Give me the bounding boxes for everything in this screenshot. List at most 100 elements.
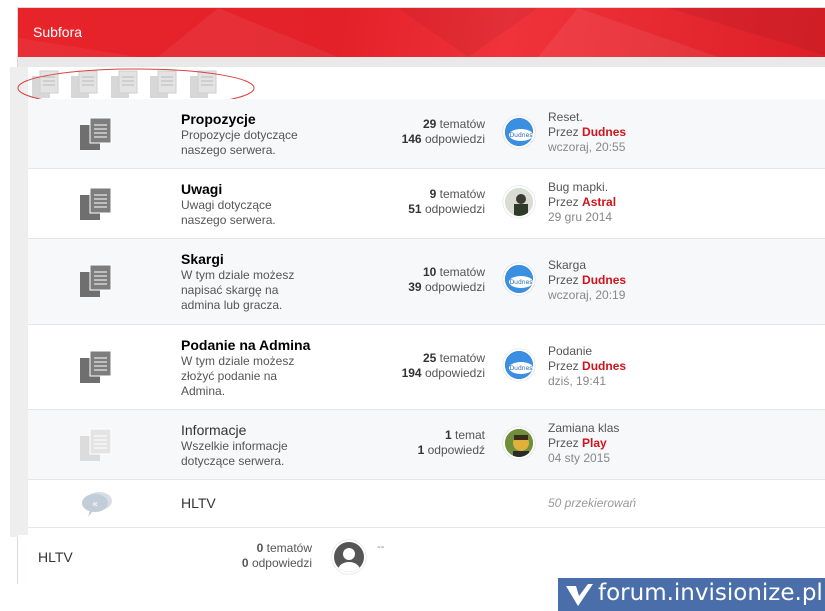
avatar[interactable]: Dudnes [503,349,535,381]
forum-row[interactable]: Podanie na Admina W tym dziale możesz zł… [28,325,825,410]
forum-description: Wszelkie informacje dotyczące serwera. [181,439,311,469]
watermark: forum.invisionize.pl [558,578,825,611]
documents-icon [80,117,112,150]
last-post-by: Przez [548,359,579,373]
last-post-user[interactable]: Play [582,436,607,450]
documents-icon [80,187,112,220]
last-post: Bug mapki. Przez Astral 29 gru 2014 [548,180,616,225]
replies-count: 39 [408,280,422,294]
topics-label: tematów [439,351,485,365]
last-post-title[interactable]: Skarga [548,258,626,273]
forum-stats: 25 tematów 194 odpowiedzi [402,351,485,381]
last-post-user[interactable]: Astral [582,195,616,209]
forum-description-line: naszego serwera. [181,213,276,227]
forum-title-link[interactable]: Propozycje [181,111,256,127]
avatar-image: Dudnes [505,265,533,293]
forum-description-line: Admina. [181,384,226,398]
last-post-title[interactable]: Zamiana klas [548,421,619,436]
forum-stats: 9 tematów 51 odpowiedzi [408,187,485,217]
avatar[interactable]: Dudnes [503,263,535,295]
last-post-by: Przez [548,436,579,450]
last-post-title[interactable]: Podanie [548,344,626,359]
forum-row[interactable]: Propozycje Propozycje dotyczące naszego … [28,99,825,169]
last-post-user[interactable]: Dudnes [582,125,626,139]
forum-description-line: naszego serwera. [181,143,276,157]
footer-stats: 0 tematów 0 odpowiedzi [218,541,312,571]
last-post-title[interactable]: Reset. [548,110,626,125]
redirect-title-link[interactable]: HLTV [181,495,216,511]
svg-text:Dudnes: Dudnes [510,279,533,286]
left-gutter [10,67,28,537]
forum-description-line: W tym dziale możesz [181,268,295,282]
avatar[interactable] [332,540,366,574]
last-post-by: Przez [548,125,579,139]
forum-description: W tym dziale możesz złożyć podanie na Ad… [181,354,311,399]
avatar-image: Dudnes [505,118,533,146]
last-post: Zamiana klas Przez Play 04 sty 2015 [548,421,619,466]
last-post-date: 04 sty 2015 [548,451,611,465]
forum-row[interactable]: Skargi W tym dziale możesz napisać skarg… [28,239,825,325]
svg-text:Dudnes: Dudnes [510,132,533,139]
forum-description-line: Propozycje dotyczące [181,128,298,142]
replies-label: odpowiedzi [424,366,485,380]
user-silhouette-icon [334,542,364,572]
last-post-date: dziś, 19:41 [548,374,607,388]
forum-description: Uwagi dotyczące naszego serwera. [181,198,311,228]
last-post-by: Przez [548,195,579,209]
checkmark-logo-icon [566,584,593,606]
replies-label: odpowiedzi [424,202,485,216]
forum-description-line: Uwagi dotyczące [181,198,272,212]
last-post: Reset. Przez Dudnes wczoraj, 20:55 [548,110,626,155]
forum-title-link[interactable]: Skargi [181,251,224,267]
replies-label: odpowiedź [427,443,485,457]
topics-label: tematów [439,265,485,279]
last-post-date: 29 gru 2014 [548,210,613,224]
forum-title-link[interactable]: Podanie na Admina [181,337,310,353]
last-post-date: wczoraj, 20:55 [548,140,626,154]
subforums-header: Subfora [18,8,825,57]
forum-title-link[interactable]: Informacje [181,422,246,438]
topics-count: 29 [422,117,437,131]
avatar-image [505,188,533,216]
svg-text:Dudnes: Dudnes [510,365,533,372]
documents-icon [80,264,112,297]
topics-label: tematów [439,187,485,201]
topics-count: 10 [422,265,437,279]
avatar[interactable] [503,186,535,218]
redirect-row[interactable]: « HLTV 50 przekierowań [28,480,825,528]
last-post-user[interactable]: Dudnes [582,273,626,287]
topics-count: 9 [429,187,437,201]
topics-label: temat [454,428,485,442]
topics-label: tematów [439,117,485,131]
replies-count: 194 [401,366,422,380]
replies-count: 1 [417,443,425,457]
last-post-title[interactable]: Bug mapki. [548,180,616,195]
topics-count: 1 [444,428,452,442]
replies-count: 146 [401,132,422,146]
replies-count: 0 [241,556,249,570]
avatar[interactable]: Dudnes [503,116,535,148]
documents-icon [80,350,112,383]
forum-row[interactable]: Uwagi Uwagi dotyczące naszego serwera. 9… [28,169,825,239]
last-post-date: wczoraj, 20:19 [548,288,626,302]
last-post-user[interactable]: Dudnes [582,359,626,373]
forum-description: Propozycje dotyczące naszego serwera. [181,128,311,158]
last-post-empty: -- [377,541,385,553]
forum-description-line: W tym dziale możesz [181,354,295,368]
redirect-count: 50 przekierowań [548,496,637,510]
svg-text:«: « [92,499,98,510]
avatar[interactable] [503,427,535,459]
header-decoration [18,8,825,57]
forum-description-line: Wszelkie informacje [181,439,288,453]
forum-stats: 10 tematów 39 odpowiedzi [408,265,485,295]
documents-icon [80,428,112,461]
replies-count: 51 [408,202,422,216]
replies-label: odpowiedzi [251,556,312,570]
forum-row[interactable]: Informacje Wszelkie informacje dotyczące… [28,410,825,480]
last-post: Podanie Przez Dudnes dziś, 19:41 [548,344,626,389]
avatar-image: Dudnes [505,351,533,379]
avatar-image [505,429,533,457]
forum-stats: 29 tematów 146 odpowiedzi [402,117,485,147]
footer-forum-title[interactable]: HLTV [38,549,73,565]
forum-title-link[interactable]: Uwagi [181,181,222,197]
